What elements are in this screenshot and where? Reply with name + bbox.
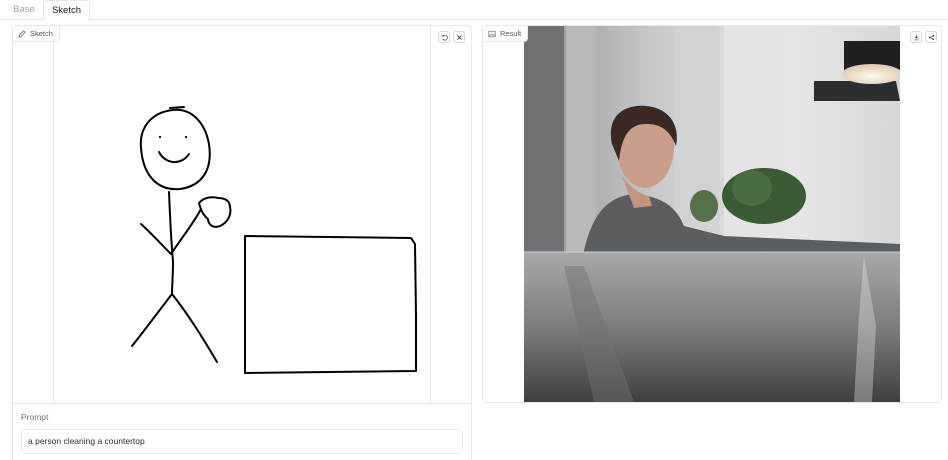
- stick-figure-left-arm: [140, 223, 172, 255]
- share-button[interactable]: [925, 31, 937, 43]
- prompt-section: Prompt a person cleaning a countertop: [13, 404, 471, 460]
- share-icon: [928, 34, 934, 40]
- tab-bar: Base Sketch: [0, 0, 948, 21]
- clear-button[interactable]: [453, 31, 465, 43]
- pencil-icon: [18, 29, 26, 38]
- stick-figure-head: [139, 108, 211, 191]
- sketch-label: Sketch: [13, 26, 60, 42]
- stick-figure-hand: [198, 196, 232, 228]
- result-label-text: Result: [500, 28, 522, 38]
- image-icon: [488, 30, 496, 37]
- stick-figure-right-arm: [170, 208, 202, 255]
- result-label: Result: [483, 26, 529, 42]
- result-image: [524, 26, 900, 402]
- undo-icon: [440, 34, 448, 41]
- download-button[interactable]: [910, 31, 922, 43]
- download-icon: [913, 34, 919, 40]
- stick-figure-left-eye: [158, 135, 162, 139]
- stick-figure-hair: [169, 106, 185, 109]
- undo-button[interactable]: [438, 31, 450, 43]
- close-icon: [456, 34, 462, 40]
- stick-figure-right-leg: [171, 293, 218, 363]
- stick-figure-left-leg: [131, 293, 173, 347]
- countertop-box: [244, 235, 417, 374]
- tab-base[interactable]: Base: [6, 0, 42, 20]
- sketch-drawing: [131, 106, 417, 374]
- sketch-canvas[interactable]: [13, 26, 471, 404]
- tab-sketch[interactable]: Sketch: [43, 0, 90, 21]
- prompt-label: Prompt: [21, 412, 49, 422]
- sketch-label-text: Sketch: [30, 28, 53, 38]
- stick-figure-right-eye: [184, 135, 188, 139]
- stick-figure-mouth: [158, 151, 190, 163]
- sketch-panel: Sketch Prompt a person cleaning a counte…: [12, 25, 472, 460]
- stick-figure-body: [168, 191, 174, 295]
- result-panel: Result: [482, 25, 942, 403]
- result-photo: [524, 26, 900, 402]
- prompt-input[interactable]: a person cleaning a countertop: [21, 429, 463, 454]
